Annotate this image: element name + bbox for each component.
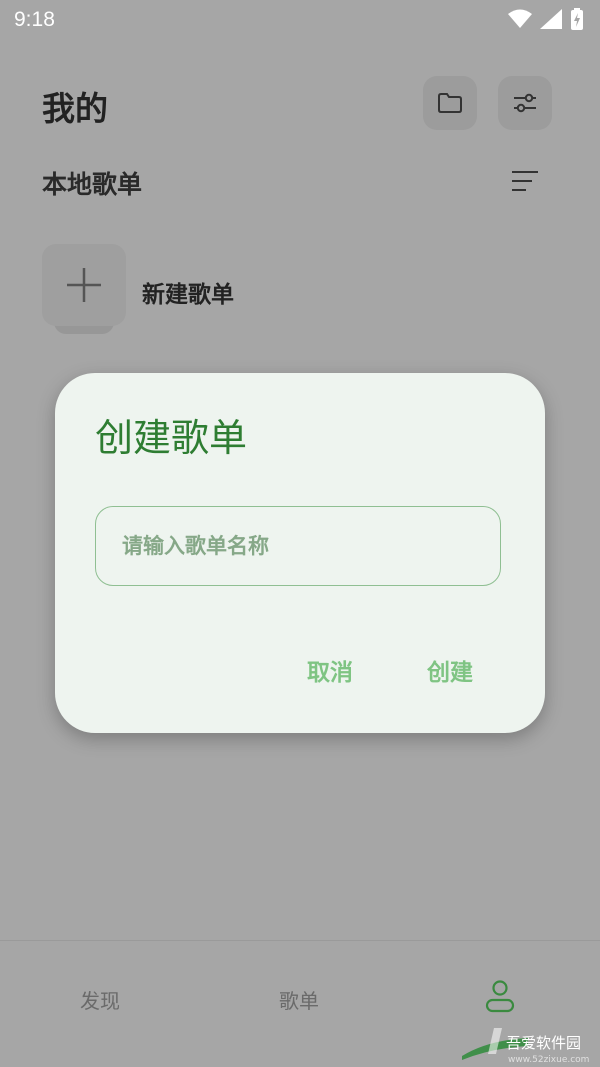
status-bar: 9:18: [0, 0, 600, 40]
tab-playlists[interactable]: 歌单: [279, 985, 319, 1014]
folder-button[interactable]: [423, 76, 477, 130]
new-playlist-card[interactable]: [42, 244, 126, 334]
settings-button[interactable]: [498, 76, 552, 130]
create-button[interactable]: 创建: [427, 653, 473, 687]
tab-discover[interactable]: 发现: [80, 985, 120, 1014]
signal-icon: [540, 9, 562, 29]
cancel-button[interactable]: 取消: [307, 653, 353, 687]
person-icon: [485, 980, 515, 1013]
create-playlist-dialog: 创建歌单 取消 创建: [55, 373, 545, 733]
page-title: 我的: [42, 89, 108, 128]
new-playlist-label[interactable]: 新建歌单: [142, 275, 234, 309]
playlist-name-input[interactable]: [95, 506, 501, 586]
plus-icon: [67, 268, 101, 302]
sliders-icon: [514, 93, 536, 113]
battery-icon: [571, 8, 583, 30]
folder-icon: [438, 93, 462, 113]
wifi-icon: [508, 9, 532, 28]
status-icons: [508, 8, 584, 30]
watermark-logo: 吾爱软件园 www.52zixue.com: [462, 1028, 589, 1065]
section-title: 本地歌单: [42, 170, 143, 199]
watermark-url: www.52zixue.com: [508, 1055, 589, 1065]
sort-icon: [512, 171, 538, 191]
dialog-title: 创建歌单: [95, 416, 248, 460]
sort-button[interactable]: [508, 166, 542, 196]
watermark-text: 吾爱软件园: [506, 1034, 581, 1052]
status-time: 9:18: [14, 8, 55, 31]
new-playlist-tile: [42, 244, 126, 326]
